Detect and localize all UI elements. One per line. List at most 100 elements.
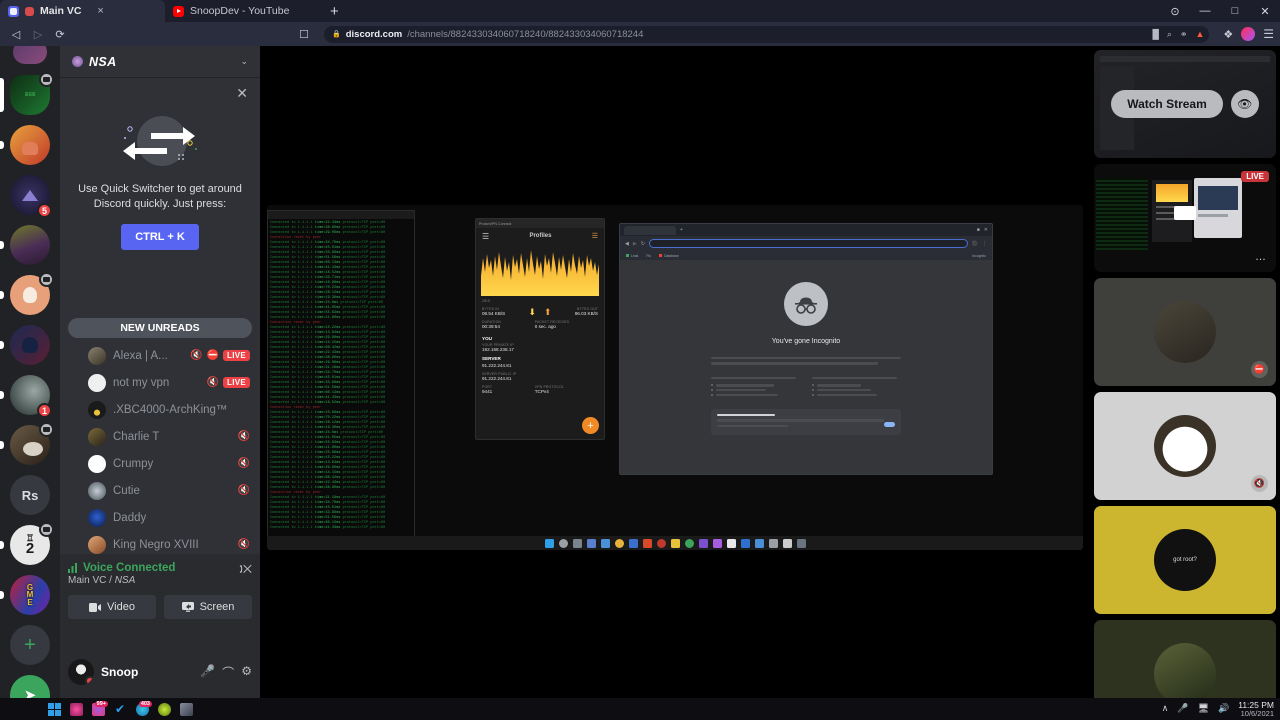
reload-button[interactable]: ⟳ (50, 24, 70, 44)
list-item[interactable]: Alexa | A... 🔇 ⛔ LIVE (60, 342, 260, 369)
list-item[interactable]: Charlie T 🔇 (60, 423, 260, 450)
sidebar-item-server-dark-crest[interactable]: 5 (0, 170, 60, 220)
live-stream-tile[interactable]: LIVE … (1094, 164, 1276, 272)
chrome-incognito-window[interactable]: + ■ ✕ ◀ ▶ ↻ ⚫ ⋮ Leak Flo Database Incogn… (619, 223, 993, 475)
folder-icon[interactable] (670, 538, 680, 548)
list-item[interactable]: .XBC4000-ArchKing™ (60, 396, 260, 423)
server-rail-item[interactable] (0, 46, 60, 70)
panel-toggle-icon[interactable]: ☰ (592, 232, 598, 240)
new-tab-button[interactable]: + (680, 227, 683, 233)
close-window-button[interactable]: ✕ (1250, 0, 1280, 22)
bookmark-item[interactable]: Database (659, 254, 679, 258)
protonvpn-window[interactable]: ProtonVPN Connect ☰ Profiles ☰ 2BIS BYTE… (475, 218, 605, 440)
network-icon[interactable]: 🖥 (1198, 703, 1209, 714)
vpn-icon[interactable] (782, 538, 792, 548)
watch-together-icon[interactable]: 👁 (1230, 90, 1259, 118)
widgets-icon[interactable] (586, 538, 596, 548)
edge-icon[interactable] (712, 538, 722, 548)
notepad-icon[interactable] (726, 538, 736, 548)
app-purple-icon[interactable]: 99+ (88, 700, 108, 718)
word-icon[interactable] (740, 538, 750, 548)
cast-icon[interactable]: █ (1152, 29, 1158, 39)
sidebar-item-server-photo[interactable] (0, 220, 60, 270)
brave-shield-icon[interactable]: ⚭ (1180, 29, 1188, 40)
list-item[interactable]: not my vpn 🔇 LIVE (60, 369, 260, 396)
sidebar-item-server-destiny-2[interactable]: ♖ 2 (0, 520, 60, 570)
forward-button[interactable]: ▷ (28, 24, 48, 44)
address-bar[interactable]: 🔒 discord.com /channels/8824330340607182… (324, 25, 1210, 43)
back-button[interactable]: ◀ (625, 241, 629, 247)
watch-stream-button[interactable]: Watch Stream (1111, 90, 1223, 118)
firefox-icon[interactable] (642, 538, 652, 548)
chevron-down-icon[interactable]: ⌄ (240, 56, 248, 67)
taskview-icon[interactable] (572, 538, 582, 548)
app-green-icon[interactable] (154, 700, 174, 718)
close-icon[interactable]: ✕ (236, 86, 248, 100)
list-item[interactable]: Daddy (60, 504, 260, 531)
puzzle-icon[interactable]: ❖ (1223, 28, 1233, 41)
browser-tab-youtube[interactable]: SnoopDev - YouTube (165, 0, 320, 22)
forward-button[interactable]: ▶ (633, 241, 637, 247)
sidebar-item-server-gme[interactable]: GME (0, 570, 60, 620)
screen-share-button[interactable]: Screen (164, 595, 252, 619)
chrome-address-bar[interactable] (648, 239, 968, 248)
list-item[interactable]: Cutie 🔇 (60, 477, 260, 504)
quick-switcher-shortcut-button[interactable]: CTRL + K (121, 223, 199, 250)
more-options-icon[interactable]: … (1255, 251, 1267, 263)
vlc-icon[interactable] (628, 538, 638, 548)
start-icon[interactable] (544, 538, 554, 548)
explore-servers-button[interactable]: ➤ (0, 670, 60, 698)
gear-icon[interactable]: ⚙ (241, 664, 252, 681)
video-button[interactable]: Video (68, 595, 156, 619)
explorer-icon[interactable] (600, 538, 610, 548)
back-button[interactable]: ◁ (6, 24, 26, 44)
chrome-menu-icon[interactable]: ⋮ (982, 241, 987, 247)
member-tile-dog[interactable]: 🔇 (1094, 392, 1276, 500)
close-icon[interactable]: ✕ (984, 227, 988, 233)
member-tile-gloves[interactable]: ⛔ (1094, 278, 1276, 386)
bookmark-icon[interactable]: ☐ (294, 24, 314, 44)
cookies-toggle[interactable] (884, 422, 895, 428)
sidebar-item-server-cat[interactable] (0, 420, 60, 470)
vpn-add-button[interactable]: + (582, 417, 599, 434)
chrome-icon[interactable] (614, 538, 624, 548)
avatar[interactable] (68, 659, 94, 685)
guild-header[interactable]: NSA ⌄ (60, 46, 260, 78)
spotify-icon[interactable] (684, 538, 694, 548)
sidebar-item-server-blue-hood[interactable] (0, 320, 60, 370)
clock[interactable]: 11:25 PM 10/6/2021 (1238, 700, 1274, 718)
zoom-icon[interactable]: ⌕ (1167, 29, 1172, 40)
bookmark-item[interactable]: Leak (626, 254, 638, 258)
photoshop-icon[interactable] (656, 538, 666, 548)
hamburger-menu-icon[interactable]: ☰ (1263, 27, 1274, 41)
disconnect-call-icon[interactable]: 🕽✕ (239, 562, 252, 577)
sidebar-item-server-orange-art[interactable] (0, 120, 60, 170)
app-pink-icon[interactable] (66, 700, 86, 718)
sidebar-item-server-green-shield[interactable]: ≡≡≡ (0, 70, 60, 120)
settings-icon[interactable] (768, 538, 778, 548)
start-icon[interactable] (44, 700, 64, 718)
terminal-icon[interactable] (754, 538, 764, 548)
list-item[interactable]: Crumpy 🔇 (60, 450, 260, 477)
stream-stage[interactable]: Connected to 1.1.1.1 time=22.43ms protoc… (260, 46, 1090, 698)
add-server-button[interactable]: + (0, 620, 60, 670)
search-icon[interactable] (558, 538, 568, 548)
tab-close-button[interactable]: × (97, 5, 103, 17)
brave-profile-icon[interactable] (1241, 27, 1256, 41)
shared-screen[interactable]: Connected to 1.1.1.1 time=22.43ms protoc… (267, 205, 1083, 550)
maximize-button[interactable]: □ (1220, 0, 1250, 22)
microphone-icon[interactable]: 🎤 (1177, 703, 1188, 714)
app-check-icon[interactable]: ✔ (110, 700, 130, 718)
incognito-profile-icon[interactable]: ⚫ (972, 241, 978, 247)
stream-preview-tile[interactable]: Watch Stream 👁 (1094, 50, 1276, 158)
new-tab-button[interactable]: + (320, 3, 349, 22)
app-teal-icon[interactable]: 403 (132, 700, 152, 718)
member-tile-soldier[interactable]: 🔇 (1094, 620, 1276, 698)
sidebar-item-server-peach[interactable] (0, 270, 60, 320)
chevron-up-icon[interactable]: ∧ (1162, 703, 1169, 714)
brave-rewards-icon[interactable]: ▲ (1195, 29, 1204, 39)
headset-icon[interactable]: ⌒ (222, 664, 234, 681)
volume-icon[interactable]: 🔊 (1218, 703, 1229, 714)
app-media-icon[interactable] (176, 700, 196, 718)
new-unreads-pill[interactable]: NEW UNREADS (68, 318, 252, 338)
